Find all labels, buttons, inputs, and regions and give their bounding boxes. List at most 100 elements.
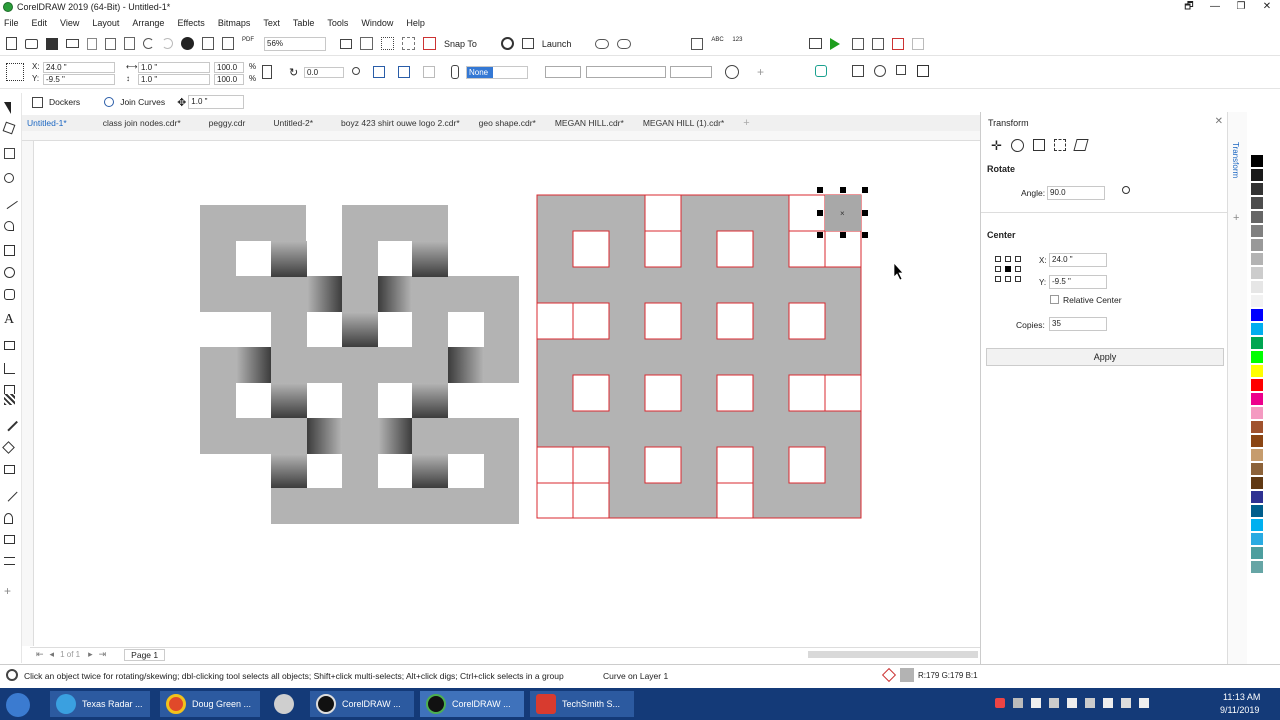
dockers-icon[interactable] bbox=[32, 96, 43, 108]
doc-tab[interactable]: Untitled-2* bbox=[273, 118, 313, 128]
docker-close-icon[interactable]: ✕ bbox=[1215, 116, 1223, 127]
join-distance-field[interactable]: 1.0 " bbox=[188, 95, 245, 109]
save-icon[interactable] bbox=[46, 37, 58, 50]
scale-y-field[interactable]: 100.0 bbox=[214, 74, 244, 85]
macro-manager-icon[interactable] bbox=[809, 38, 823, 49]
connector-tool-icon[interactable] bbox=[4, 363, 15, 374]
palette-swatch[interactable] bbox=[1250, 168, 1264, 182]
back-minus-front-icon[interactable] bbox=[917, 65, 929, 77]
show-grid-icon[interactable] bbox=[381, 37, 394, 50]
pen-nib-icon[interactable] bbox=[4, 513, 13, 524]
vertical-ruler[interactable] bbox=[22, 141, 34, 646]
palette-swatch[interactable] bbox=[1250, 196, 1264, 210]
doc-tab[interactable]: geo shape.cdr* bbox=[479, 118, 536, 128]
edit-macro-icon[interactable] bbox=[852, 37, 865, 50]
palette-swatch[interactable] bbox=[1250, 504, 1264, 518]
clock-time[interactable]: 11:13 AM bbox=[1223, 692, 1260, 702]
palette-swatch[interactable] bbox=[1250, 210, 1264, 224]
doc-tab[interactable]: MEGAN HILL.cdr* bbox=[555, 118, 624, 128]
restore-mini-button[interactable]: 🗗 bbox=[1176, 0, 1202, 13]
width-field[interactable]: 1.0 " bbox=[138, 62, 210, 73]
eyedropper-icon[interactable] bbox=[3, 416, 18, 432]
launch-app-icon[interactable] bbox=[521, 38, 534, 49]
scale-x-field[interactable]: 100.0 bbox=[214, 62, 244, 73]
trim-icon[interactable] bbox=[874, 65, 886, 77]
cut-icon[interactable] bbox=[87, 37, 97, 50]
menu-help[interactable]: Help bbox=[406, 18, 425, 28]
taskbar-item-coreldraw-1[interactable]: CorelDRAW ... bbox=[310, 691, 414, 717]
options-gear-icon[interactable] bbox=[500, 37, 514, 50]
palette-swatch[interactable] bbox=[1250, 182, 1264, 196]
palette-swatch[interactable] bbox=[1250, 448, 1264, 462]
number-icon[interactable]: 123 bbox=[732, 37, 745, 51]
palette-swatch[interactable] bbox=[1250, 322, 1264, 336]
palette-swatch[interactable] bbox=[1250, 294, 1264, 308]
new-tab-icon[interactable]: + bbox=[743, 117, 749, 129]
weld-icon[interactable] bbox=[852, 65, 864, 77]
palette-swatch[interactable] bbox=[1250, 518, 1264, 532]
drawing-area[interactable]: × bbox=[34, 142, 978, 646]
rectangle-tool-icon[interactable] bbox=[4, 245, 15, 256]
clock-date[interactable]: 9/11/2019 bbox=[1220, 705, 1259, 715]
palette-swatch[interactable] bbox=[1250, 238, 1264, 252]
fill-swatch-icon[interactable] bbox=[4, 535, 15, 544]
system-tray-icons[interactable] bbox=[995, 698, 1195, 710]
text-tool-icon[interactable]: A bbox=[4, 313, 17, 327]
status-settings-icon[interactable] bbox=[6, 669, 18, 681]
menu-text[interactable]: Text bbox=[263, 18, 280, 28]
outline-tool-icon[interactable] bbox=[3, 487, 18, 502]
polygon-tool-icon[interactable] bbox=[4, 289, 15, 300]
launch-dropdown[interactable]: Launch bbox=[542, 39, 572, 49]
position-x-field[interactable]: 24.0 " bbox=[43, 62, 115, 73]
pause-macro-icon[interactable] bbox=[912, 37, 925, 50]
page-nav-last-icon[interactable]: ⇥ bbox=[99, 649, 107, 660]
record-macro-icon[interactable] bbox=[892, 37, 905, 50]
horizontal-scrollbar[interactable] bbox=[808, 651, 978, 658]
angle-field[interactable]: 90.0 bbox=[1047, 186, 1105, 200]
convert-to-curves-icon[interactable] bbox=[423, 66, 435, 78]
menu-bitmaps[interactable]: Bitmaps bbox=[218, 18, 251, 28]
object-origin-icon[interactable] bbox=[6, 63, 24, 81]
interactive-fill-icon[interactable] bbox=[2, 441, 15, 454]
line-end-arrow-icon[interactable] bbox=[670, 66, 712, 78]
cloud-upload-icon[interactable] bbox=[595, 38, 610, 49]
freehand-tool-icon[interactable] bbox=[3, 195, 18, 210]
print-icon[interactable] bbox=[66, 39, 79, 48]
smart-fill-icon[interactable] bbox=[4, 465, 15, 474]
palette-swatch[interactable] bbox=[1250, 532, 1264, 546]
horizontal-ruler[interactable] bbox=[22, 131, 980, 141]
center-x-field[interactable]: 24.0 " bbox=[1049, 253, 1107, 267]
relative-center-checkbox[interactable] bbox=[1050, 295, 1059, 304]
close-curve-icon[interactable] bbox=[725, 65, 739, 79]
skew-mode-icon[interactable] bbox=[1073, 139, 1089, 151]
transform-side-tab[interactable]: Transform bbox=[1231, 142, 1240, 178]
paste-icon[interactable] bbox=[124, 37, 135, 50]
menu-table[interactable]: Table bbox=[293, 18, 315, 28]
taskbar-item-chrome[interactable]: Doug Green ... bbox=[160, 691, 260, 717]
maximize-button[interactable]: ❐ bbox=[1228, 0, 1254, 13]
rotate-mode-icon[interactable] bbox=[1010, 139, 1024, 152]
palette-swatch[interactable] bbox=[1250, 378, 1264, 392]
snap-off-icon[interactable] bbox=[423, 37, 436, 50]
palette-swatch[interactable] bbox=[1250, 546, 1264, 560]
redo-icon[interactable] bbox=[162, 38, 173, 49]
page-nav-first-icon[interactable]: ⇤ bbox=[36, 649, 44, 660]
add-tool-icon[interactable]: + bbox=[4, 585, 17, 598]
copies-field[interactable]: 35 bbox=[1049, 317, 1107, 331]
height-field[interactable]: 1.0 " bbox=[138, 74, 210, 85]
menu-file[interactable]: File bbox=[4, 18, 19, 28]
cloud-download-icon[interactable] bbox=[617, 38, 632, 49]
crop-tool-icon[interactable] bbox=[4, 148, 15, 159]
minimize-button[interactable]: — bbox=[1202, 0, 1228, 13]
mirror-horizontal-icon[interactable] bbox=[373, 66, 385, 78]
parallel-dimension-icon[interactable] bbox=[4, 341, 15, 350]
palette-swatch[interactable] bbox=[1250, 392, 1264, 406]
palette-swatch[interactable] bbox=[1250, 308, 1264, 322]
menu-window[interactable]: Window bbox=[361, 18, 393, 28]
rotation-center-icon[interactable] bbox=[352, 67, 360, 75]
menu-view[interactable]: View bbox=[60, 18, 79, 28]
fill-color-swatch[interactable] bbox=[900, 668, 914, 682]
taskbar-item-app[interactable] bbox=[268, 691, 304, 717]
page-nav-next-icon[interactable]: ▸ bbox=[88, 649, 93, 660]
anchor-point-selector[interactable] bbox=[993, 254, 1023, 284]
